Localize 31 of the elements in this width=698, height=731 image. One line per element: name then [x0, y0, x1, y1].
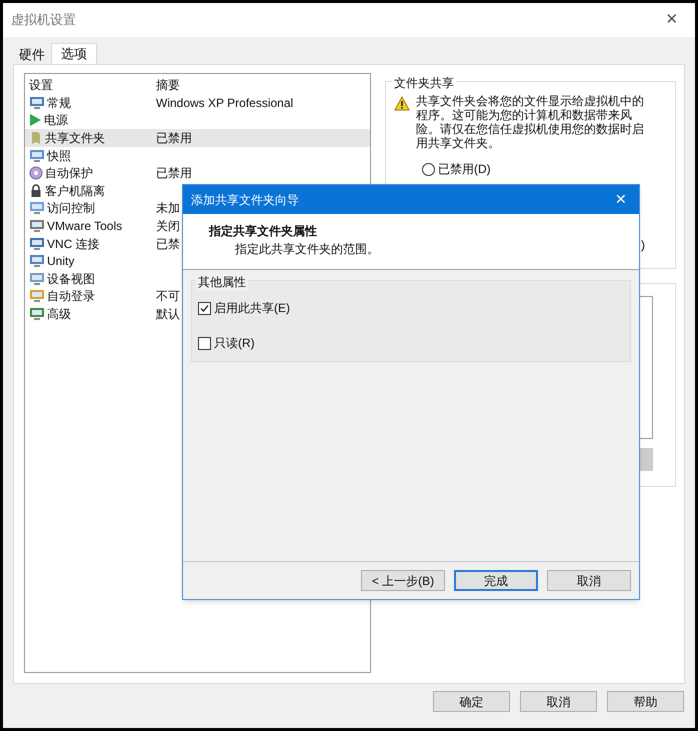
setting-summary: 未加	[156, 200, 180, 218]
setting-name: 快照	[47, 148, 71, 165]
setting-name: 自动保护	[45, 165, 93, 182]
setting-summary: 已禁用	[156, 165, 192, 182]
setting-summary: 关闭	[156, 218, 180, 235]
group-title: 其他属性	[196, 273, 248, 291]
option-label: )	[641, 237, 645, 254]
setting-summary: 默认	[156, 306, 180, 323]
setting-name: VNC 连接	[47, 236, 100, 253]
column-header: 设置	[29, 77, 54, 94]
dialog-title: 添加共享文件夹向导	[191, 192, 299, 208]
column-header: 摘要	[156, 77, 180, 94]
setting-name: 客户机隔离	[45, 182, 105, 200]
setting-name: 自动登录	[47, 288, 95, 306]
group-title: 文件夹共享	[392, 74, 456, 92]
wizard-subheading: 指定此共享文件夹的范围。	[234, 241, 380, 258]
setting-name: 高级	[47, 306, 71, 323]
setting-name: VMware Tools	[47, 218, 122, 235]
setting-name: 访问控制	[47, 200, 95, 218]
setting-name: 共享文件夹	[45, 130, 105, 147]
window-title: 虚拟机设置	[11, 11, 76, 30]
setting-name: 设备视图	[47, 270, 95, 288]
setting-summary: Windows XP Professional	[156, 94, 294, 112]
setting-summary: 已禁用	[156, 130, 192, 147]
setting-summary: 已禁	[156, 236, 180, 253]
setting-summary: 不可	[156, 288, 180, 306]
wizard-heading: 指定共享文件夹属性	[209, 223, 318, 240]
setting-name: 常规	[47, 94, 71, 112]
warning-text: 共享文件夹会将您的文件显示给虚拟机中的程序。这可能为您的计算机和数据带来风险。请仅在您信任虚拟机使用您的数据时启用共享文件夹。	[416, 94, 645, 150]
setting-name: Unity	[47, 253, 74, 270]
setting-name: 电源	[44, 112, 68, 130]
